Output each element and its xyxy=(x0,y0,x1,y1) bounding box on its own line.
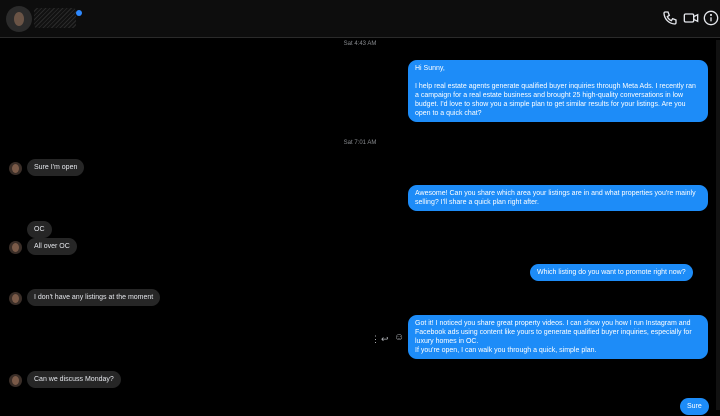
timestamp: Sat 4:43 AM xyxy=(343,41,377,47)
contact-name-redacted[interactable] xyxy=(34,8,76,28)
outgoing-message[interactable]: Which listing do you want to promote rig… xyxy=(530,264,693,281)
incoming-message[interactable]: All over OC xyxy=(27,238,77,255)
online-status-dot xyxy=(76,10,82,16)
outgoing-message[interactable]: Sure xyxy=(680,398,709,415)
contact-avatar-small[interactable] xyxy=(9,292,22,305)
scrollbar[interactable] xyxy=(716,40,720,410)
outgoing-message[interactable]: Hi Sunny, I help real estate agents gene… xyxy=(408,60,708,122)
incoming-message[interactable]: I don't have any listings at the moment xyxy=(27,289,161,306)
incoming-message[interactable]: OC xyxy=(27,221,52,238)
outgoing-message[interactable]: Awesome! Can you share which area your l… xyxy=(408,185,708,211)
contact-avatar-small[interactable] xyxy=(9,374,22,387)
message-text: Which listing do you want to promote rig… xyxy=(537,269,686,276)
message-text: Can we discuss Monday? xyxy=(34,376,114,383)
contact-avatar[interactable] xyxy=(6,6,32,32)
conversation-header xyxy=(0,0,720,38)
contact-avatar-small[interactable] xyxy=(9,162,22,175)
message-text: Awesome! Can you share which area your l… xyxy=(415,190,696,206)
contact-avatar-small[interactable] xyxy=(9,241,22,254)
message-text: Got it! I noticed you share great proper… xyxy=(415,320,692,354)
message-text: I don't have any listings at the moment xyxy=(34,294,154,301)
timestamp: Sat 7:01 AM xyxy=(343,140,377,146)
message-text: Sure I'm open xyxy=(34,164,78,171)
react-emoji-icon[interactable]: ☺ xyxy=(394,333,404,343)
incoming-message[interactable]: Can we discuss Monday? xyxy=(27,371,121,388)
message-text: All over OC xyxy=(34,243,70,250)
more-options-icon[interactable]: ⋮ xyxy=(371,334,380,344)
reply-icon[interactable]: ↩ xyxy=(381,334,389,344)
phone-icon[interactable] xyxy=(662,10,678,26)
message-text: Sure xyxy=(687,403,702,410)
incoming-message[interactable]: Sure I'm open xyxy=(27,159,85,176)
outgoing-message[interactable]: Got it! I noticed you share great proper… xyxy=(408,315,708,359)
info-icon[interactable] xyxy=(703,10,719,26)
message-text: OC xyxy=(34,226,45,233)
video-camera-icon[interactable] xyxy=(683,10,699,26)
message-text: Hi Sunny, I help real estate agents gene… xyxy=(415,65,696,117)
